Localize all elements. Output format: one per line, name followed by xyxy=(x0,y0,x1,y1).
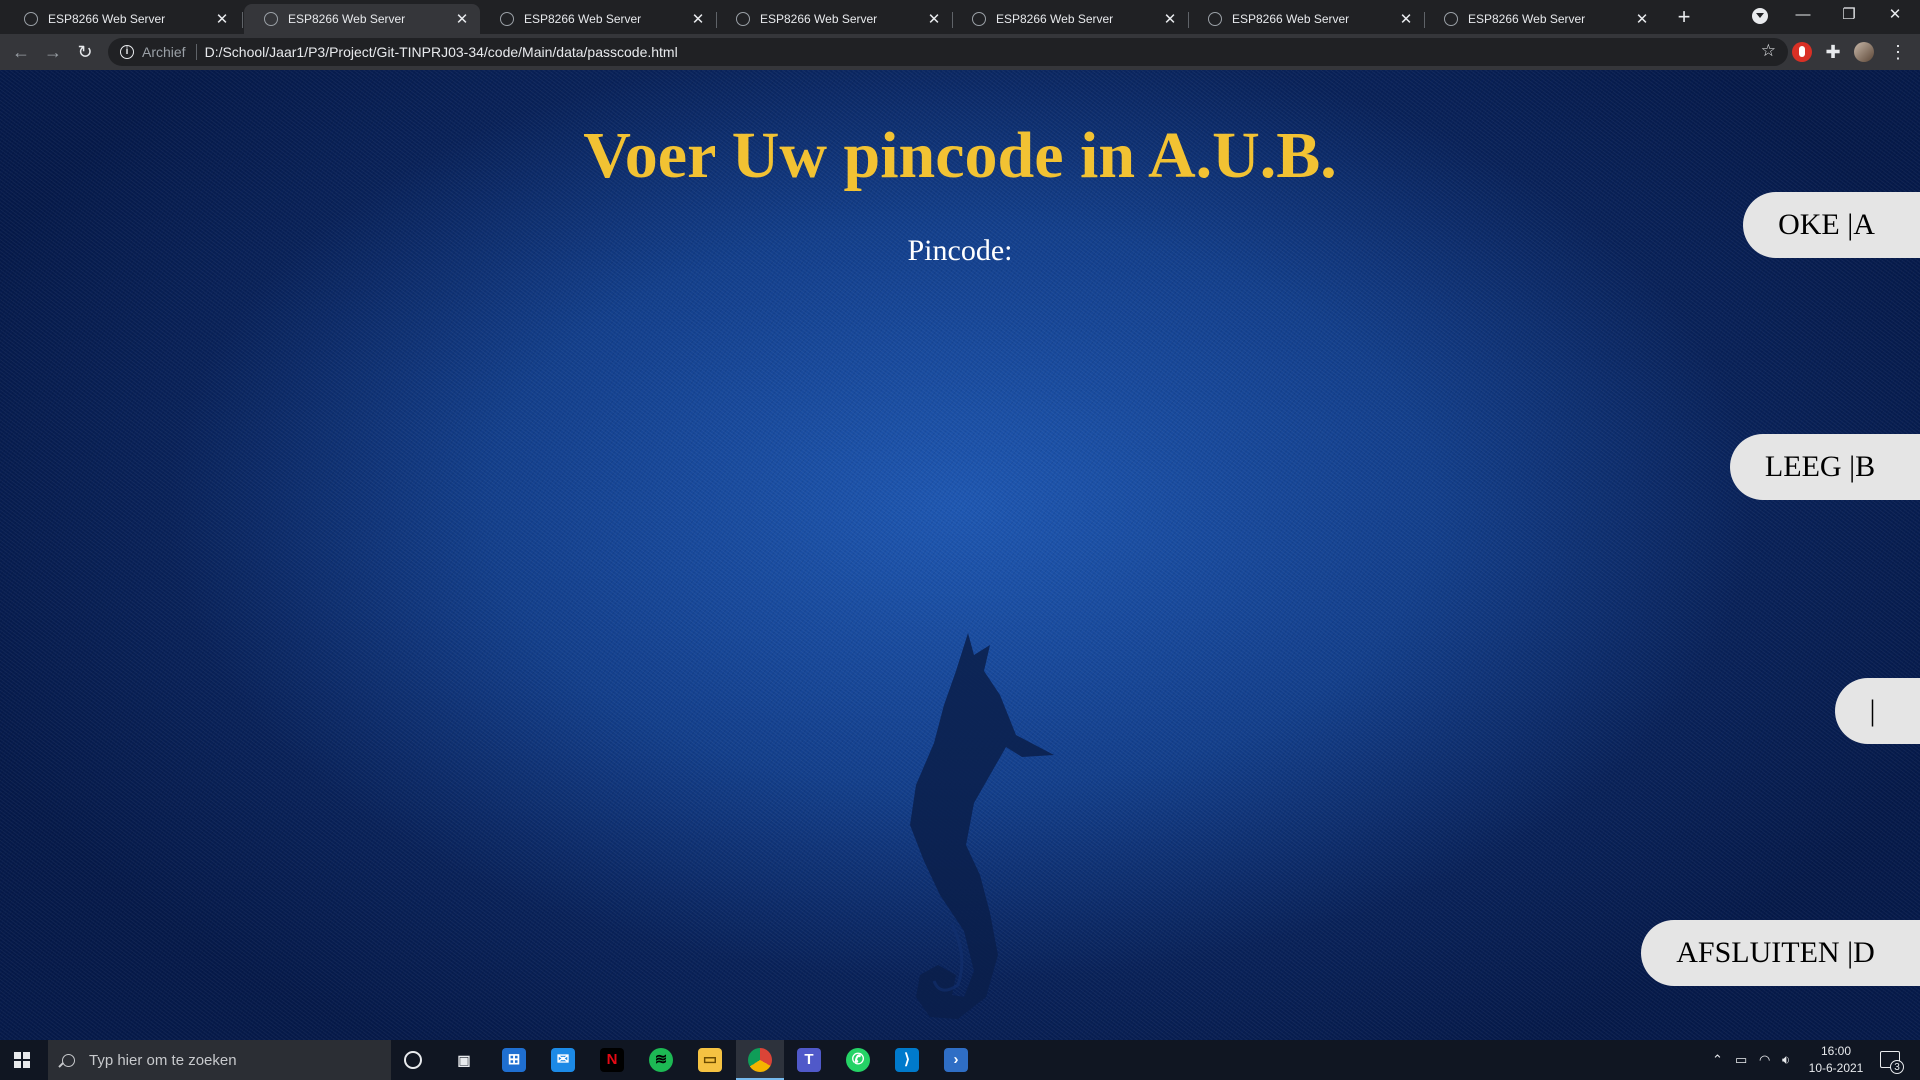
clear-button[interactable]: LEEG |B xyxy=(1730,434,1920,500)
globe-icon xyxy=(24,12,38,26)
search-placeholder: Typ hier om te zoeken xyxy=(89,1051,237,1069)
browser-toolbar: ← → ↻ i Archief D:/School/Jaar1/P3/Proje… xyxy=(0,34,1920,70)
globe-icon xyxy=(972,12,986,26)
extensions-puzzle-icon[interactable]: ✚ xyxy=(1823,42,1843,62)
file-explorer-icon[interactable]: ▭ xyxy=(698,1048,722,1072)
address-bar[interactable]: i Archief D:/School/Jaar1/P3/Project/Git… xyxy=(108,38,1788,66)
search-icon xyxy=(62,1053,75,1067)
battery-icon[interactable]: ▭ xyxy=(1735,1052,1747,1068)
page-viewport: Voer Uw pincode in A.U.B. Pincode: OKE |… xyxy=(0,70,1920,1040)
network-icon[interactable]: ◠ xyxy=(1759,1052,1770,1068)
tab-strip: ESP8266 Web Server ✕ ESP8266 Web Server … xyxy=(0,0,1920,34)
notification-badge: 3 xyxy=(1890,1060,1904,1074)
seahorse-image xyxy=(910,633,1054,1019)
tab-close-icon[interactable]: ✕ xyxy=(454,10,470,28)
tab-title: ESP8266 Web Server xyxy=(288,12,406,26)
forward-icon[interactable]: → xyxy=(41,40,65,64)
tab-close-icon[interactable]: ✕ xyxy=(214,10,230,28)
tab-title: ESP8266 Web Server xyxy=(996,12,1114,26)
ok-button[interactable]: OKE |A xyxy=(1743,192,1920,258)
address-chip: Archief xyxy=(142,44,186,60)
info-icon[interactable]: i xyxy=(120,45,134,59)
page-title: Voer Uw pincode in A.U.B. xyxy=(583,119,1337,192)
tab-title: ESP8266 Web Server xyxy=(1232,12,1350,26)
mail-icon[interactable]: ✉ xyxy=(551,1048,575,1072)
tab-search-icon[interactable] xyxy=(1752,8,1768,24)
back-icon[interactable]: ← xyxy=(9,40,33,64)
c-button[interactable]: | xyxy=(1835,678,1920,744)
browser-tab[interactable]: ESP8266 Web Server ✕ xyxy=(1424,4,1660,34)
globe-icon xyxy=(500,12,514,26)
address-divider xyxy=(195,44,197,60)
taskbar-clock[interactable]: 16:00 10-6-2021 xyxy=(1800,1043,1872,1077)
kebab-menu-icon[interactable]: ⋮ xyxy=(1888,42,1908,62)
clock-date: 10-6-2021 xyxy=(1808,1061,1864,1075)
tab-close-icon[interactable]: ✕ xyxy=(1634,10,1650,28)
tab-title: ESP8266 Web Server xyxy=(524,12,642,26)
reload-icon[interactable]: ↻ xyxy=(73,40,97,64)
windows-start-icon[interactable] xyxy=(14,1052,30,1068)
close-button[interactable]: AFSLUITEN |D xyxy=(1641,920,1920,986)
store-icon[interactable]: ⊞ xyxy=(502,1048,526,1072)
browser-tab-active[interactable]: ESP8266 Web Server ✕ xyxy=(244,4,480,34)
window-close-button[interactable]: ✕ xyxy=(1872,2,1918,30)
spotify-icon[interactable]: ≋ xyxy=(649,1048,673,1072)
tab-separator xyxy=(242,12,243,28)
tab-title: ESP8266 Web Server xyxy=(1468,12,1586,26)
bookmark-star-icon[interactable]: ☆ xyxy=(1761,41,1776,61)
task-view-icon[interactable]: ▣ xyxy=(452,1048,476,1072)
browser-tab[interactable]: ESP8266 Web Server ✕ xyxy=(480,4,716,34)
clock-time: 16:00 xyxy=(1820,1044,1852,1058)
tray-overflow-icon[interactable]: ⌃ xyxy=(1712,1052,1723,1068)
globe-icon xyxy=(1444,12,1458,26)
extension-icon[interactable] xyxy=(1792,42,1812,62)
new-tab-button[interactable]: + xyxy=(1672,6,1696,30)
cortana-icon[interactable] xyxy=(404,1051,422,1069)
volume-icon[interactable]: 🔉︎ xyxy=(1782,1052,1790,1068)
chrome-icon[interactable] xyxy=(748,1048,772,1072)
whatsapp-icon[interactable]: ✆ xyxy=(846,1048,870,1072)
globe-icon xyxy=(736,12,750,26)
windows-taskbar: Typ hier om te zoeken ▣ ⊞ ✉ N ≋ ▭ T ✆ ⟩ … xyxy=(0,1040,1920,1080)
restore-button[interactable]: ❐ xyxy=(1826,2,1872,30)
tab-close-icon[interactable]: ✕ xyxy=(926,10,942,28)
tab-title: ESP8266 Web Server xyxy=(48,12,166,26)
browser-tab[interactable]: ESP8266 Web Server ✕ xyxy=(952,4,1188,34)
powershell-icon[interactable]: › xyxy=(944,1048,968,1072)
browser-tab[interactable]: ESP8266 Web Server ✕ xyxy=(1188,4,1424,34)
profile-avatar[interactable] xyxy=(1854,42,1874,62)
teams-icon[interactable]: T xyxy=(797,1048,821,1072)
taskbar-search-input[interactable]: Typ hier om te zoeken xyxy=(48,1040,391,1080)
browser-tab[interactable]: ESP8266 Web Server ✕ xyxy=(716,4,952,34)
tab-close-icon[interactable]: ✕ xyxy=(1162,10,1178,28)
minimize-button[interactable]: — xyxy=(1780,2,1826,30)
globe-icon xyxy=(1208,12,1222,26)
browser-tab[interactable]: ESP8266 Web Server ✕ xyxy=(4,4,240,34)
vscode-icon[interactable]: ⟩ xyxy=(895,1048,919,1072)
globe-icon xyxy=(264,12,278,26)
netflix-icon[interactable]: N xyxy=(600,1048,624,1072)
pincode-label: Pincode: xyxy=(907,234,1013,267)
tab-close-icon[interactable]: ✕ xyxy=(1398,10,1414,28)
tab-close-icon[interactable]: ✕ xyxy=(690,10,706,28)
address-url[interactable]: D:/School/Jaar1/P3/Project/Git-TINPRJ03-… xyxy=(205,44,678,60)
tab-title: ESP8266 Web Server xyxy=(760,12,878,26)
